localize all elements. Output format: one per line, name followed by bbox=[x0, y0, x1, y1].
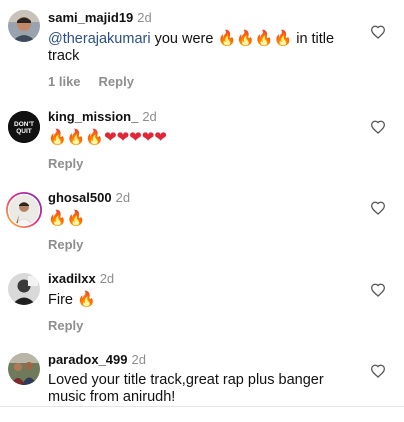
avatar-logo-text: DON'T bbox=[14, 121, 34, 128]
comment-text: 🔥🔥 bbox=[48, 210, 360, 228]
reply-button[interactable]: Reply bbox=[99, 74, 134, 89]
comment-timestamp: 2d bbox=[115, 190, 131, 205]
comment-text: Fire 🔥 bbox=[48, 291, 360, 309]
comment-timestamp: 2d bbox=[142, 109, 157, 124]
comment-username[interactable]: king_mission_ bbox=[48, 109, 138, 124]
comment-content: paradox_499 2d Loved your title track,gre… bbox=[48, 352, 360, 406]
heart-outline-icon[interactable] bbox=[370, 364, 386, 378]
user-avatar[interactable]: DON'T QUIT bbox=[8, 111, 40, 143]
user-avatar[interactable] bbox=[8, 353, 40, 385]
like-count[interactable]: 1 like bbox=[48, 74, 81, 89]
reply-button[interactable]: Reply bbox=[48, 237, 83, 252]
comment-content: ixadilxx 2d Fire 🔥 Reply bbox=[48, 271, 360, 333]
heart-outline-icon[interactable] bbox=[370, 201, 386, 215]
comment-username[interactable]: ixadilxx bbox=[48, 271, 96, 286]
fire-emoji: 🔥🔥🔥 bbox=[48, 129, 105, 146]
comment-timestamp: 2d bbox=[99, 271, 115, 286]
comment-username[interactable]: sami_majid19 bbox=[48, 10, 133, 25]
comment-text-part: Fire bbox=[48, 292, 77, 308]
heart-outline-icon[interactable] bbox=[370, 25, 386, 39]
comment-text: @therajakumari you were 🔥🔥🔥🔥 in title tr… bbox=[48, 30, 360, 65]
reply-button[interactable]: Reply bbox=[48, 318, 83, 333]
heart-emoji: ❤❤❤❤❤ bbox=[104, 129, 167, 146]
comment-timestamp: 2d bbox=[137, 10, 152, 25]
comment-content: sami_majid19 2d @therajakumari you were 🔥… bbox=[48, 10, 360, 89]
user-avatar-with-story-ring[interactable] bbox=[5, 191, 43, 229]
mention-link[interactable]: @therajakumari bbox=[48, 31, 151, 47]
comment-text-part: you were bbox=[150, 31, 218, 47]
fire-emoji: 🔥🔥🔥🔥 bbox=[217, 30, 293, 47]
bottom-divider bbox=[0, 406, 404, 407]
comment-content: king_mission_ 2d 🔥🔥🔥❤❤❤❤❤ Reply bbox=[48, 109, 360, 171]
heart-outline-icon[interactable] bbox=[370, 120, 386, 134]
svg-text:QUIT: QUIT bbox=[16, 128, 32, 135]
heart-outline-icon[interactable] bbox=[370, 283, 386, 297]
comment-username[interactable]: paradox_499 bbox=[48, 352, 128, 367]
fire-emoji: 🔥 bbox=[77, 291, 96, 308]
comment-username[interactable]: ghosal500 bbox=[48, 190, 112, 205]
comment-content: ghosal500 2d 🔥🔥 Reply bbox=[48, 190, 360, 252]
fire-emoji: 🔥🔥 bbox=[48, 210, 86, 227]
user-avatar[interactable] bbox=[8, 273, 40, 305]
comment-text: Loved your title track,great rap plus ba… bbox=[48, 372, 324, 405]
reply-button[interactable]: Reply bbox=[48, 156, 83, 171]
user-avatar[interactable] bbox=[8, 10, 40, 42]
comment-timestamp: 2d bbox=[131, 352, 146, 367]
comment-text: 🔥🔥🔥❤❤❤❤❤ bbox=[48, 129, 360, 147]
